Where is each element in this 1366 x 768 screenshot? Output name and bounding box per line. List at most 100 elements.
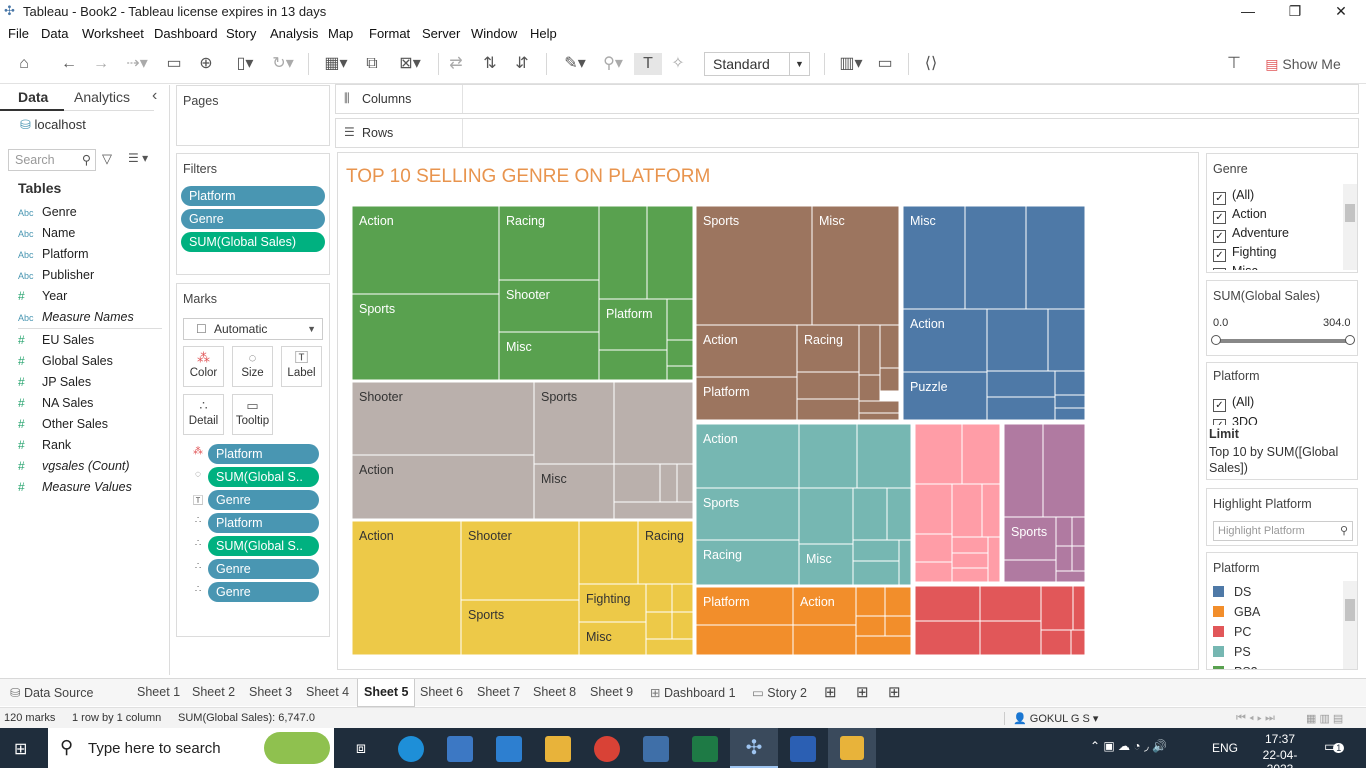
notification-icon[interactable]: ▭1 xyxy=(1324,738,1345,755)
store-icon[interactable] xyxy=(447,736,473,762)
treemap-cell[interactable] xyxy=(886,487,912,541)
legend-scrollbar[interactable] xyxy=(1343,581,1357,669)
treemap-cell[interactable] xyxy=(884,586,912,617)
language-indicator[interactable]: ENG xyxy=(1212,741,1238,755)
tableau-public-icon[interactable] xyxy=(643,736,669,762)
treemap-cell[interactable] xyxy=(898,539,912,586)
treemap-cell[interactable] xyxy=(1071,516,1086,547)
treemap-cell[interactable] xyxy=(1047,308,1086,372)
tableau-taskbar-button[interactable]: ✣ xyxy=(730,728,778,768)
system-tray-icons[interactable]: ⌃ ▣ ☁ ◔ ◞ 🔊 xyxy=(1090,739,1167,753)
treemap-cell[interactable] xyxy=(1072,585,1086,631)
new-worksheet-icon[interactable]: ⊞ xyxy=(824,683,837,701)
folder-taskbar-button[interactable] xyxy=(828,728,876,768)
treemap-cell[interactable] xyxy=(1055,570,1086,583)
treemap-cell[interactable] xyxy=(798,423,858,489)
treemap-cell[interactable] xyxy=(951,552,989,569)
treemap-cell[interactable] xyxy=(964,205,1027,310)
treemap-cell[interactable] xyxy=(879,324,900,369)
treemap-cell[interactable] xyxy=(951,567,989,583)
platform-filter-card[interactable]: Platform ✓(All) ✓3DO Limit Top 10 by SUM… xyxy=(1206,362,1358,480)
treemap-cell[interactable] xyxy=(914,533,953,563)
windows-start-icon[interactable]: ⊞ xyxy=(14,739,27,759)
treemap-cell[interactable] xyxy=(598,349,668,381)
genre-checkbox[interactable]: ✓ Misc xyxy=(1213,262,1258,270)
file-explorer-icon[interactable] xyxy=(545,736,571,762)
platform-scrollbar[interactable] xyxy=(1343,393,1357,423)
treemap-cell[interactable] xyxy=(666,298,694,341)
treemap-cell[interactable] xyxy=(613,381,694,465)
treemap-cell[interactable] xyxy=(695,624,794,656)
treemap-cell[interactable] xyxy=(645,583,673,613)
genre-checkbox[interactable]: ✓ Fighting xyxy=(1213,243,1276,262)
sheet-tab[interactable]: Sheet 8 xyxy=(533,685,576,699)
treemap-cell[interactable] xyxy=(671,611,694,640)
sheet-navigation-icon[interactable]: ⏮ ◂ ▸ ⏭ xyxy=(1236,712,1275,725)
platform-checkbox-3do[interactable]: ✓ 3DO xyxy=(1213,413,1258,425)
sheet-tab[interactable]: Sheet 2 xyxy=(192,685,235,699)
genre-filter-card[interactable]: Genre ✓ (All) ✓ Action ✓ Adventure ✓ Fighting ✓ M… xyxy=(1206,153,1358,273)
treemap-chart[interactable]: Action Racing Sports Shooter Misc Platform Spo… xyxy=(0,0,1366,768)
treemap-cell[interactable] xyxy=(1025,205,1086,310)
legend-item[interactable]: PC xyxy=(1213,622,1251,642)
treemap-cell[interactable] xyxy=(961,423,1001,485)
platform-checkbox-all[interactable]: ✓ (All) xyxy=(1213,393,1254,412)
treemap-cell[interactable] xyxy=(855,586,886,617)
mail-icon[interactable] xyxy=(496,736,522,762)
chrome-icon[interactable] xyxy=(594,736,620,762)
treemap-cell[interactable] xyxy=(1070,629,1086,656)
treemap-cell[interactable] xyxy=(884,615,912,637)
legend-item[interactable]: GBA xyxy=(1213,602,1260,622)
sheet-tab[interactable]: Sheet 4 xyxy=(306,685,349,699)
treemap-cell[interactable] xyxy=(645,638,694,656)
sheet-sorter-icon[interactable]: ▦ ▥ ▤ xyxy=(1306,712,1343,725)
sheet-tab[interactable]: Sheet 3 xyxy=(249,685,292,699)
highlight-input[interactable]: Highlight Platform ⚲ xyxy=(1213,521,1353,541)
treemap-cell[interactable] xyxy=(1003,559,1057,583)
treemap-cell[interactable] xyxy=(986,308,1049,372)
treemap-cell[interactable] xyxy=(1055,545,1073,572)
treemap-cell[interactable] xyxy=(979,620,1042,656)
treemap-cell[interactable] xyxy=(852,487,888,541)
treemap-cell[interactable] xyxy=(792,624,857,656)
treemap-cell[interactable] xyxy=(1040,629,1072,656)
treemap-cell[interactable] xyxy=(645,611,673,640)
treemap-cell[interactable] xyxy=(796,398,860,421)
legend-item[interactable]: DS xyxy=(1213,582,1251,602)
sales-range-track[interactable] xyxy=(1215,339,1351,343)
treemap-cell[interactable] xyxy=(1071,545,1086,572)
treemap-cell[interactable] xyxy=(914,483,953,535)
range-max-handle[interactable] xyxy=(1345,335,1355,345)
treemap-cell[interactable] xyxy=(1054,394,1086,409)
highlight-platform-card[interactable]: Highlight Platform Highlight Platform ⚲ xyxy=(1206,488,1358,546)
treemap-cell[interactable] xyxy=(979,585,1042,622)
sheet-tab[interactable]: Sheet 5 xyxy=(357,679,416,707)
treemap-cell[interactable] xyxy=(852,539,900,562)
new-dashboard-icon[interactable]: ⊞ xyxy=(856,683,869,701)
platform-legend-card[interactable]: Platform DS GBA PC PS PS2 xyxy=(1206,552,1358,670)
treemap-cell[interactable] xyxy=(666,339,694,367)
treemap-cell[interactable] xyxy=(856,423,912,489)
legend-item[interactable]: PS2 xyxy=(1213,662,1258,669)
genre-checkbox[interactable]: ✓ Adventure xyxy=(1213,224,1289,243)
treemap-cell[interactable] xyxy=(914,423,963,485)
treemap-cell[interactable] xyxy=(914,585,981,622)
treemap-cell[interactable] xyxy=(986,370,1056,398)
user-menu[interactable]: 👤 GOKUL G S ▾ xyxy=(1004,712,1122,725)
word-icon[interactable] xyxy=(790,736,816,762)
treemap-cell[interactable] xyxy=(914,620,981,656)
treemap-cell[interactable] xyxy=(858,324,881,376)
sales-range-filter-card[interactable]: SUM(Global Sales) 0.0 304.0 xyxy=(1206,280,1358,356)
treemap-cell[interactable] xyxy=(578,520,639,585)
treemap-cell[interactable] xyxy=(914,561,953,583)
task-view-icon[interactable]: ⧈ xyxy=(348,736,374,762)
treemap-cell[interactable] xyxy=(951,536,989,554)
sheet-tab[interactable]: Sheet 6 xyxy=(420,685,463,699)
treemap-cell[interactable] xyxy=(1040,585,1074,631)
treemap-cell[interactable] xyxy=(858,412,900,421)
treemap-cell[interactable] xyxy=(646,205,694,300)
treemap-cell[interactable] xyxy=(858,374,881,402)
treemap-cell[interactable] xyxy=(695,539,800,586)
treemap-cell[interactable] xyxy=(855,635,912,656)
edge-icon[interactable] xyxy=(398,736,424,762)
